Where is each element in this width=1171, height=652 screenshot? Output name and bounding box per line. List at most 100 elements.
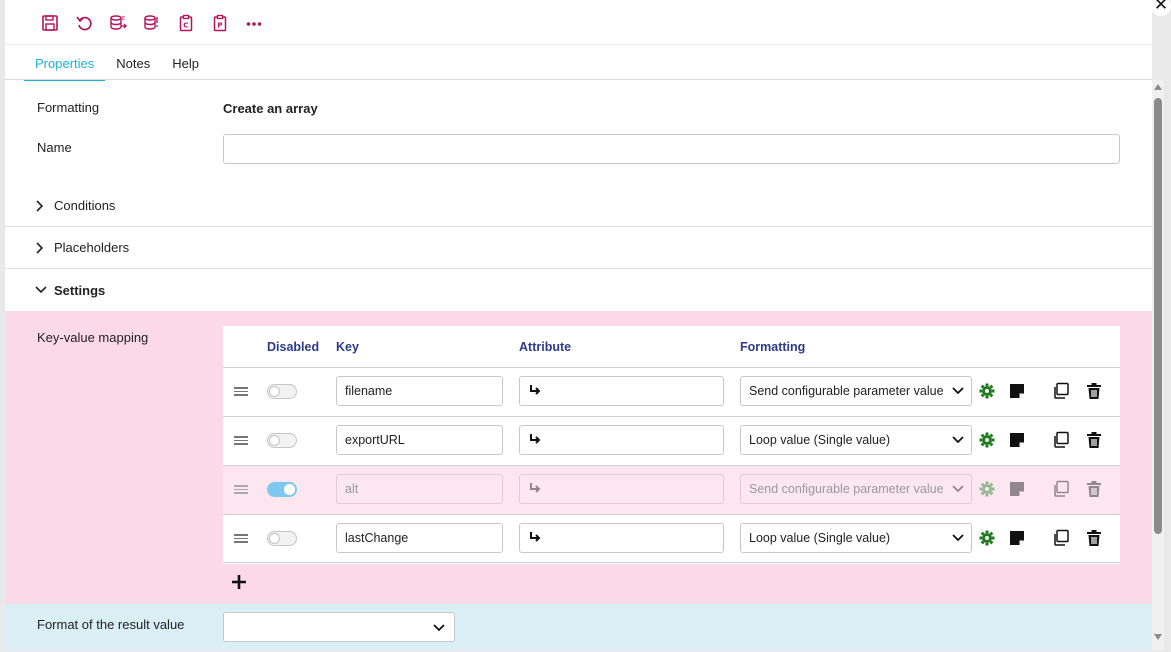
duplicate-icon[interactable] [1052, 382, 1070, 400]
tab-properties[interactable]: Properties [24, 52, 106, 81]
formatting-select[interactable]: Send configurable parameter value [740, 376, 972, 406]
disabled-toggle[interactable] [267, 433, 297, 448]
gear-icon[interactable] [978, 529, 996, 547]
tab-bar: Properties Notes Help [24, 52, 210, 81]
trash-icon[interactable] [1085, 431, 1103, 449]
svg-text:C: C [183, 22, 188, 30]
header-formatting: Formatting [740, 340, 806, 354]
table-row: lastChange Loop value (Single value) [223, 514, 1120, 563]
chevron-down-icon [952, 436, 964, 444]
export-list-button[interactable]: E [101, 11, 135, 35]
chevron-right-icon [35, 241, 47, 254]
gear-icon[interactable] [978, 480, 996, 498]
table-row: filename Send configurable parameter val… [223, 367, 1120, 416]
drag-handle-icon[interactable] [234, 436, 248, 445]
result-format-label: Format of the result value [37, 617, 185, 632]
key-input[interactable]: filename [336, 376, 503, 406]
note-icon[interactable] [1008, 529, 1026, 547]
table-row: exportURL Loop value (Single value) [223, 416, 1120, 465]
chevron-down-icon [35, 284, 47, 296]
undo-icon [76, 16, 92, 31]
scrollbar[interactable] [1152, 80, 1164, 650]
toolbar: E C P [33, 11, 271, 35]
name-input[interactable] [223, 134, 1120, 164]
gear-icon[interactable] [978, 382, 996, 400]
formatting-select[interactable]: Send configurable parameter value [740, 474, 972, 504]
chevron-down-icon [952, 485, 964, 493]
undo-button[interactable] [67, 11, 101, 35]
note-icon[interactable] [1008, 480, 1026, 498]
scroll-thumb[interactable] [1154, 98, 1162, 534]
disabled-toggle[interactable] [267, 482, 297, 497]
chevron-down-icon [433, 624, 445, 632]
name-label: Name [37, 140, 72, 155]
settings-section[interactable]: Settings [5, 269, 1152, 311]
chevron-down-icon [952, 534, 964, 542]
conditions-section[interactable]: Conditions [5, 185, 1152, 227]
attribute-input[interactable] [519, 474, 724, 504]
result-format-select[interactable] [223, 612, 455, 642]
toolbar-divider [5, 44, 1152, 45]
svg-text:P: P [217, 22, 222, 30]
tabs-divider [5, 79, 1152, 80]
more-button[interactable] [237, 11, 271, 35]
close-icon: ✕ [1153, 0, 1169, 14]
paste-clipboard-button[interactable]: P [203, 11, 237, 35]
key-input[interactable]: alt [336, 474, 503, 504]
attribute-input[interactable] [519, 425, 724, 455]
tab-help[interactable]: Help [161, 52, 210, 81]
duplicate-icon[interactable] [1052, 431, 1070, 449]
database-import-button[interactable] [135, 11, 169, 35]
drag-handle-icon[interactable] [234, 534, 248, 543]
save-button[interactable] [33, 11, 67, 35]
placeholders-title: Placeholders [54, 240, 130, 255]
arrow-turn-icon [530, 434, 541, 444]
drag-handle-icon[interactable] [234, 387, 248, 396]
header-disabled: Disabled [267, 340, 320, 354]
note-icon[interactable] [1008, 431, 1026, 449]
gear-icon[interactable] [978, 431, 996, 449]
attribute-input[interactable] [519, 523, 724, 553]
more-icon [246, 22, 262, 26]
settings-title: Settings [54, 282, 106, 298]
formatting-value: Create an array [223, 101, 318, 116]
copy-clipboard-button[interactable]: C [169, 11, 203, 35]
key-input[interactable]: exportURL [336, 425, 503, 455]
arrow-turn-icon [530, 483, 541, 493]
trash-icon[interactable] [1085, 480, 1103, 498]
database-import-icon [144, 15, 158, 30]
arrow-turn-icon [530, 532, 541, 542]
result-format-panel: Format of the result value [5, 604, 1152, 650]
clipboard-c-icon: C [179, 14, 193, 32]
tab-notes[interactable]: Notes [105, 52, 161, 81]
header-key: Key [336, 340, 359, 354]
scroll-down-icon[interactable] [1154, 634, 1162, 640]
export-list-icon: E [110, 15, 127, 30]
formatting-select[interactable]: Loop value (Single value) [740, 523, 972, 553]
arrow-turn-icon [530, 385, 541, 395]
close-button[interactable]: ✕ [1151, 0, 1171, 16]
clipboard-p-icon: P [213, 14, 227, 32]
placeholders-section[interactable]: Placeholders [5, 227, 1152, 269]
formatting-label: Formatting [37, 100, 100, 115]
disabled-toggle[interactable] [267, 384, 297, 399]
key-input[interactable]: lastChange [336, 523, 503, 553]
trash-icon[interactable] [1085, 382, 1103, 400]
drag-handle-icon[interactable] [234, 485, 248, 494]
key-value-mapping-label: Key-value mapping [37, 330, 149, 345]
plus-icon[interactable] [230, 573, 248, 591]
trash-icon[interactable] [1085, 529, 1103, 547]
duplicate-icon[interactable] [1052, 529, 1070, 547]
disabled-toggle[interactable] [267, 531, 297, 546]
table-row: alt Send configurable parameter value [223, 465, 1120, 514]
formatting-select[interactable]: Loop value (Single value) [740, 425, 972, 455]
note-icon[interactable] [1008, 382, 1026, 400]
header-attribute: Attribute [519, 340, 572, 354]
conditions-title: Conditions [54, 198, 116, 213]
chevron-down-icon [952, 387, 964, 395]
attribute-input[interactable] [519, 376, 724, 406]
settings-panel: Key-value mapping Disabled Key Attribute… [5, 311, 1152, 604]
save-icon [42, 15, 58, 31]
duplicate-icon[interactable] [1052, 480, 1070, 498]
scroll-up-icon[interactable] [1154, 84, 1162, 90]
